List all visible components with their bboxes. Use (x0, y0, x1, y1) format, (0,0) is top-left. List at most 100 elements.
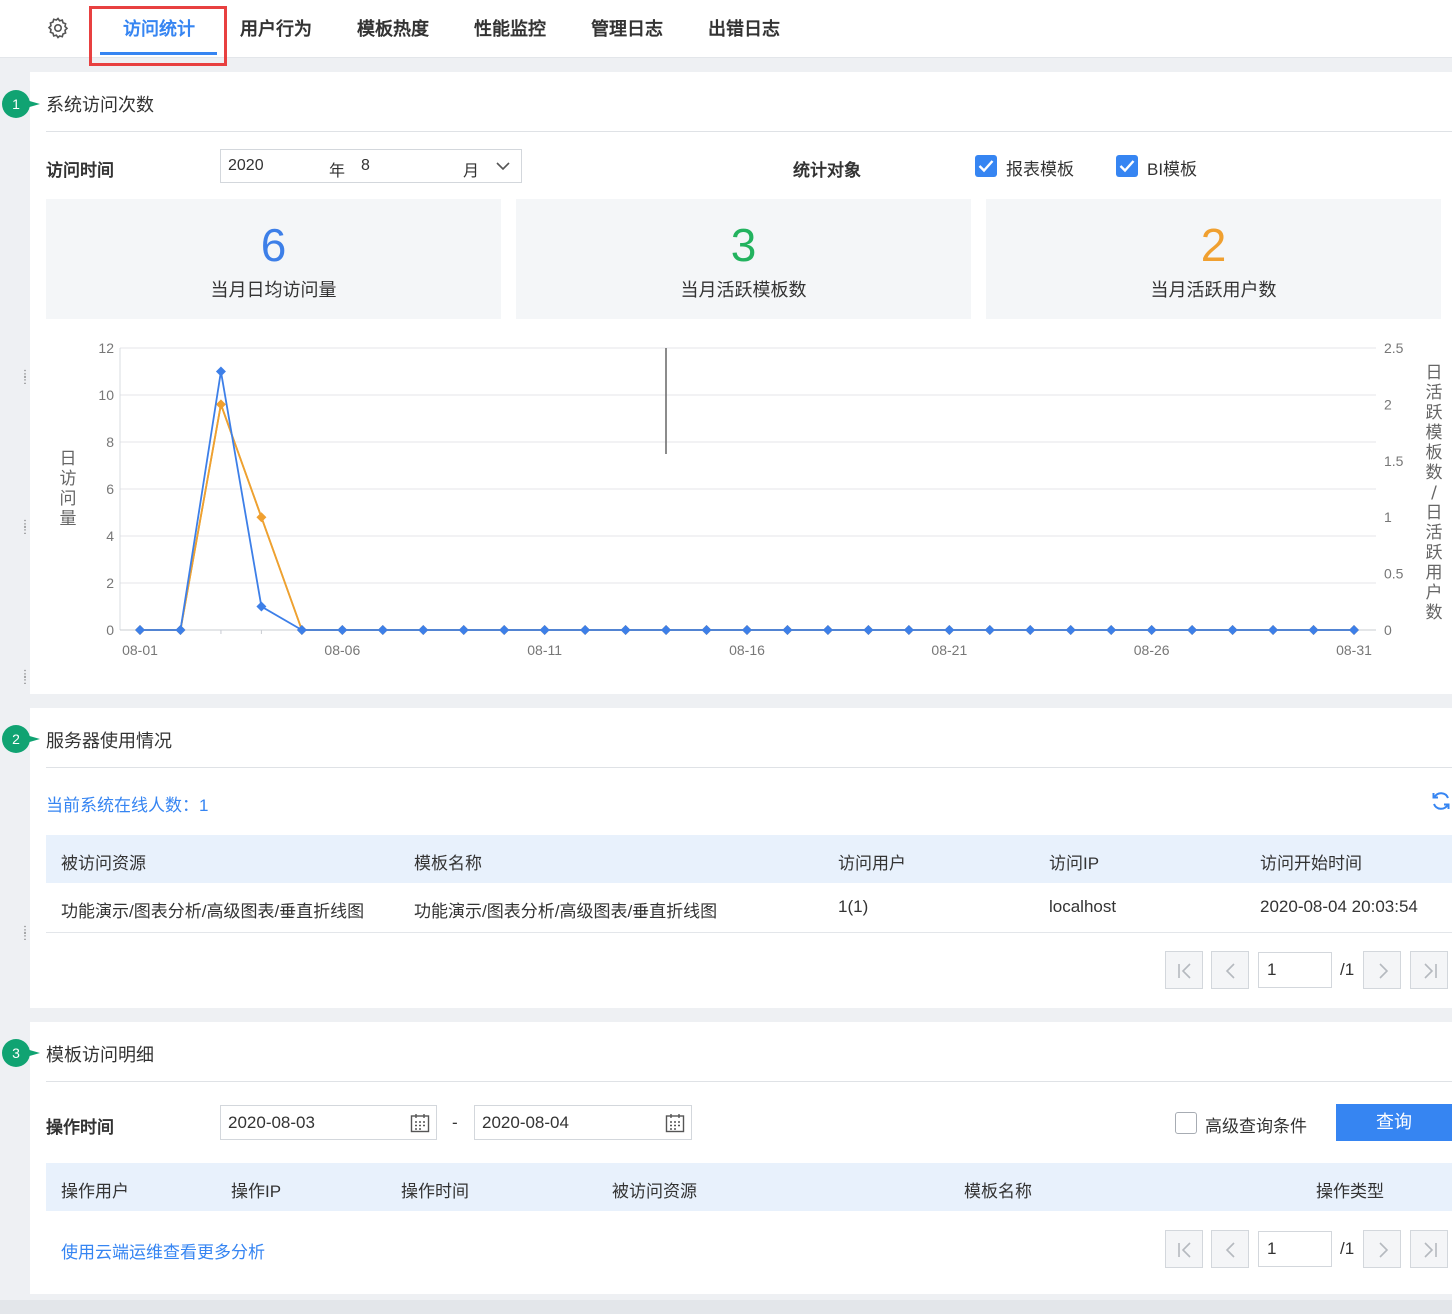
start-date-input[interactable]: 2020-08-03 (220, 1105, 437, 1140)
data-point (944, 625, 955, 635)
y-tick-label: 0 (106, 622, 114, 638)
data-point (418, 625, 429, 635)
prev-page-button[interactable] (1211, 1230, 1249, 1268)
last-page-button[interactable] (1410, 951, 1448, 989)
data-point (1025, 625, 1036, 635)
drag-handle-icon[interactable]: ⋮ ⋮ (20, 670, 30, 690)
tab-error-log[interactable]: 出错日志 (708, 14, 780, 44)
section-title: 系统访问次数 (46, 95, 154, 115)
calendar-icon[interactable] (409, 1112, 431, 1134)
section-badge-2: 2 (2, 725, 40, 753)
gear-icon[interactable] (46, 16, 70, 40)
page-number-input[interactable]: 1 (1258, 952, 1332, 988)
page-number-input[interactable]: 1 (1258, 1231, 1332, 1267)
report-template-checkbox[interactable] (975, 155, 997, 177)
next-page-button[interactable] (1363, 1230, 1401, 1268)
column-header: 操作时间 (401, 1182, 469, 1201)
bi-template-checkbox[interactable] (1116, 155, 1138, 177)
first-page-button[interactable] (1165, 951, 1203, 989)
data-point (539, 625, 550, 635)
column-header: 访问IP (1049, 854, 1100, 873)
table-row: 功能演示/图表分析/高级图表/垂直折线图 功能演示/图表分析/高级图表/垂直折线… (46, 883, 1452, 933)
section-badge-3: 3 (2, 1039, 40, 1067)
y2-tick-label: 0 (1384, 622, 1392, 638)
y2-tick-label: 2.5 (1384, 340, 1404, 356)
end-date-value: 2020-08-04 (482, 1113, 569, 1132)
data-point (742, 625, 752, 635)
advanced-query-label: 高级查询条件 (1205, 1117, 1307, 1136)
y-axis-title-char: 访 (60, 469, 77, 489)
y2-tick-label: 0.5 (1384, 566, 1404, 582)
series-line (140, 371, 1354, 631)
y2-axis-title-char: 户 (1426, 583, 1443, 603)
refresh-icon[interactable] (1430, 790, 1452, 812)
drag-handle-icon[interactable]: ⋮ ⋮ (20, 520, 30, 540)
tab-performance[interactable]: 性能监控 (474, 14, 546, 44)
divider (46, 767, 1452, 768)
end-date-input[interactable]: 2020-08-04 (474, 1105, 692, 1140)
data-point (863, 625, 874, 635)
x-tick-label: 08-21 (931, 642, 967, 658)
column-header: 模板名称 (964, 1182, 1032, 1201)
top-tab-bar: 访问统计 用户行为 模板热度 性能监控 管理日志 出错日志 (0, 0, 1452, 66)
calendar-icon[interactable] (664, 1112, 686, 1134)
detail-table-header: 操作用户 操作IP 操作时间 被访问资源 模板名称 操作类型 (46, 1163, 1452, 1211)
data-point (1146, 625, 1157, 635)
stat-label: 当月日均访问量 (210, 280, 337, 300)
data-point (337, 625, 348, 635)
data-point (1187, 625, 1198, 635)
drag-handle-icon[interactable]: ⋮ ⋮ (20, 926, 30, 946)
y-tick-label: 10 (98, 387, 114, 403)
data-point (1308, 625, 1319, 635)
prev-page-button[interactable] (1211, 951, 1249, 989)
y2-tick-label: 2 (1384, 396, 1392, 412)
data-point (215, 366, 226, 377)
data-point (1106, 625, 1117, 635)
column-header: 模板名称 (414, 854, 482, 873)
data-point (822, 625, 833, 635)
y2-axis-title-char: 数 (1426, 603, 1443, 623)
drag-handle-icon[interactable]: ⋮ ⋮ (20, 370, 30, 390)
month-picker[interactable]: 2020 年 8 月 (220, 149, 522, 183)
column-header: 操作类型 (1316, 1182, 1384, 1201)
column-header: 访问用户 (838, 854, 906, 873)
series-line (140, 400, 1354, 631)
data-point (458, 625, 469, 635)
query-button[interactable]: 查询 (1336, 1104, 1452, 1141)
year-unit: 年 (329, 163, 346, 180)
next-page-button[interactable] (1363, 951, 1401, 989)
y-axis-title-char: 日 (60, 449, 77, 469)
report-template-label: 报表模板 (1006, 160, 1074, 179)
cloud-ops-link[interactable]: 使用云端运维查看更多分析 (61, 1238, 265, 1263)
data-point (256, 601, 267, 612)
divider (46, 131, 1452, 132)
data-point (984, 625, 995, 635)
data-point (782, 625, 793, 635)
data-point (377, 625, 388, 635)
tab-user-behavior[interactable]: 用户行为 (240, 14, 312, 44)
y2-axis-title-char: 活 (1426, 383, 1443, 403)
y-tick-label: 4 (106, 528, 114, 544)
y2-axis-title-char: / (1431, 483, 1437, 503)
bi-template-label: BI模板 (1147, 160, 1198, 179)
start-date-value: 2020-08-03 (228, 1113, 315, 1132)
series-line (140, 400, 1354, 631)
stat-card-active-templates: 3 当月活跃模板数 (516, 199, 971, 319)
stat-target-label: 统计对象 (793, 161, 861, 180)
stat-label: 当月活跃模板数 (680, 280, 807, 300)
first-page-button[interactable] (1165, 1230, 1203, 1268)
left-strip: ⋮ ⋮ ⋮ ⋮ ⋮ ⋮ ⋮ ⋮ (0, 58, 30, 1314)
x-tick-label: 08-01 (122, 642, 158, 658)
y-tick-label: 8 (106, 434, 114, 450)
column-header: 被访问资源 (61, 854, 146, 873)
divider (46, 1081, 1452, 1082)
tab-template-heat[interactable]: 模板热度 (357, 14, 429, 44)
last-page-button[interactable] (1410, 1230, 1448, 1268)
stat-value: 2 (1200, 219, 1227, 271)
tab-highlight-box (89, 6, 227, 66)
column-header: 操作IP (231, 1182, 282, 1201)
y2-tick-label: 1.5 (1384, 453, 1404, 469)
x-tick-label: 08-11 (527, 642, 562, 658)
advanced-query-checkbox[interactable] (1175, 1112, 1197, 1134)
tab-admin-log[interactable]: 管理日志 (591, 14, 663, 44)
